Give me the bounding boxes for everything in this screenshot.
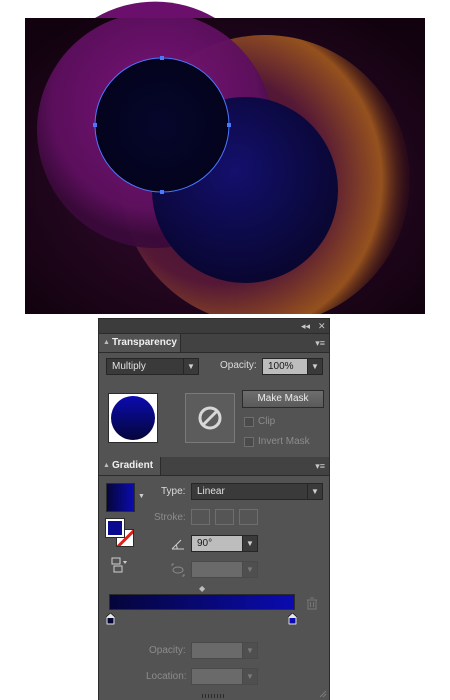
anchor-point-bottom[interactable] <box>160 190 164 194</box>
tab-gradient-label: Gradient <box>111 460 154 471</box>
floating-panel: ◂◂ ✕ ▲ Transparency ▾≡ Multiply ▼ Opacity… <box>98 318 330 700</box>
invert-mask-label: Invert Mask <box>258 436 310 447</box>
mask-thumbnail[interactable] <box>185 393 235 443</box>
double-chevron-left-icon[interactable]: ◂◂ <box>301 320 310 332</box>
anchor-point-top[interactable] <box>160 56 164 60</box>
type-label: Type: <box>161 486 186 497</box>
anchor-point-left[interactable] <box>93 123 97 127</box>
opacity-value[interactable]: 100% <box>268 361 294 372</box>
artboard-canvas[interactable] <box>0 0 450 320</box>
chevron-down-icon[interactable]: ▼ <box>307 359 322 374</box>
stop-opacity-field[interactable]: ▼ <box>191 642 258 659</box>
expand-arrows-icon[interactable]: ▲ <box>103 457 110 475</box>
stroke-across-button[interactable] <box>239 509 258 525</box>
clip-checkbox[interactable] <box>244 417 254 427</box>
no-mask-icon <box>198 406 222 430</box>
transparency-tab-row: ▲ Transparency ▾≡ <box>99 334 329 353</box>
stroke-along-button[interactable] <box>215 509 234 525</box>
gradient-type-select[interactable]: Linear ▼ <box>191 483 323 500</box>
panel-menu-icon[interactable]: ▾≡ <box>315 336 325 350</box>
tab-gradient[interactable]: ▲ Gradient <box>99 457 161 475</box>
blend-mode-select[interactable]: Multiply ▼ <box>106 358 199 375</box>
object-thumbnail[interactable] <box>108 393 158 443</box>
chevron-down-icon[interactable]: ▼ <box>307 484 322 499</box>
gradient-annotator-icon[interactable] <box>111 557 129 573</box>
angle-field[interactable]: 90° ▼ <box>191 535 258 552</box>
stop-opacity-label: Opacity: <box>149 645 186 656</box>
chevron-down-icon[interactable]: ▼ <box>242 562 257 577</box>
gradient-type-value: Linear <box>197 486 225 497</box>
panel-resize-grip[interactable] <box>202 694 226 698</box>
chevron-down-icon[interactable]: ▼ <box>242 669 257 684</box>
gradient-stop-end[interactable] <box>288 613 297 625</box>
blend-mode-value: Multiply <box>112 361 146 372</box>
close-icon[interactable]: ✕ <box>318 320 326 332</box>
expand-arrows-icon[interactable]: ▲ <box>103 334 110 352</box>
trash-icon[interactable] <box>306 597 318 610</box>
stroke-within-button[interactable] <box>191 509 210 525</box>
panel-title-bar[interactable]: ◂◂ ✕ <box>99 319 329 334</box>
aspect-ratio-icon <box>171 563 185 577</box>
angle-value[interactable]: 90° <box>197 538 212 549</box>
tab-transparency[interactable]: ▲ Transparency <box>99 334 181 352</box>
opacity-label: Opacity: <box>220 360 257 371</box>
stop-location-label: Location: <box>146 671 187 682</box>
gradient-stop-start[interactable] <box>106 613 115 625</box>
chevron-down-icon[interactable]: ▼ <box>242 536 257 551</box>
opacity-field[interactable]: 100% ▼ <box>262 358 323 375</box>
selected-circle <box>95 58 229 192</box>
fill-stroke-indicator[interactable] <box>105 518 136 549</box>
gradient-preview-swatch[interactable] <box>106 483 135 512</box>
anchor-point-right[interactable] <box>227 123 231 127</box>
angle-icon <box>171 539 184 550</box>
object-thumbnail-preview <box>111 396 155 440</box>
make-mask-button[interactable]: Make Mask <box>242 390 324 408</box>
stroke-label: Stroke: <box>154 512 186 523</box>
chevron-down-icon[interactable]: ▼ <box>183 359 198 374</box>
gradient-tab-row: ▲ Gradient ▾≡ <box>99 457 329 476</box>
invert-mask-checkbox[interactable] <box>244 437 254 447</box>
tab-transparency-label: Transparency <box>111 337 177 348</box>
clip-label: Clip <box>258 416 276 427</box>
chevron-down-icon[interactable]: ▼ <box>138 491 145 503</box>
panel-menu-icon[interactable]: ▾≡ <box>315 459 325 473</box>
gradient-slider-bar[interactable] <box>109 594 295 610</box>
resize-corner-icon[interactable] <box>319 690 327 698</box>
aspect-ratio-field[interactable]: ▼ <box>191 561 258 578</box>
stop-location-field[interactable]: ▼ <box>191 668 258 685</box>
chevron-down-icon[interactable]: ▼ <box>242 643 257 658</box>
fill-swatch[interactable] <box>105 518 125 538</box>
